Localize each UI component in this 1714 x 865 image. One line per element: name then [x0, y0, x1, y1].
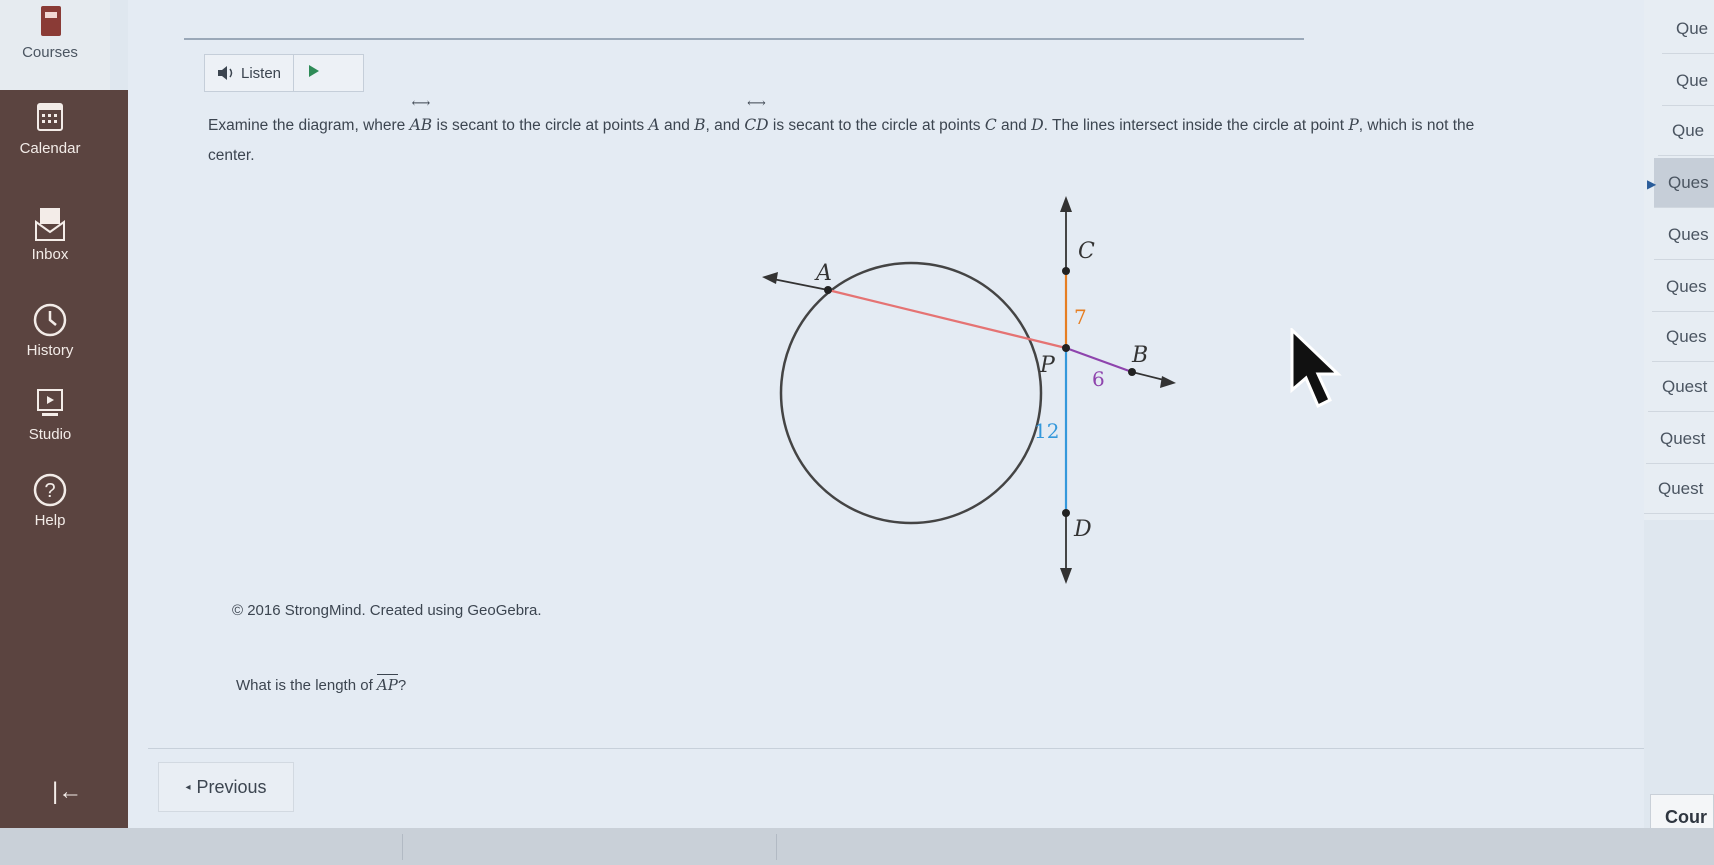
math-var: A: [648, 116, 660, 134]
divider: [148, 748, 1644, 749]
label-b: B: [1131, 343, 1148, 368]
point-d: [1062, 509, 1070, 517]
arrowhead: [1160, 376, 1176, 388]
nav-item-help[interactable]: ? Help: [0, 472, 100, 529]
play-icon: [309, 64, 320, 77]
divider: [776, 834, 777, 860]
nav-label: Calendar: [19, 140, 81, 157]
previous-label: Previous: [196, 776, 267, 797]
nav-label: Courses: [22, 44, 78, 61]
arrowhead: [1060, 196, 1072, 212]
studio-icon: [37, 389, 63, 416]
circle: [779, 261, 1043, 525]
nav-item-history[interactable]: History: [0, 302, 100, 359]
arrowhead: [1060, 568, 1072, 584]
question-list-item[interactable]: Ques: [1654, 158, 1714, 208]
nav-label: Help: [34, 512, 66, 529]
question-list-item[interactable]: Ques: [1654, 210, 1714, 260]
segment-ap: [827, 288, 1067, 350]
length-cp: 7: [1074, 305, 1087, 329]
mouse-pointer-icon: [1290, 328, 1342, 409]
question-prompt: Examine the diagram, where ⟷ AB is secant…: [208, 96, 1508, 171]
global-nav: [0, 90, 128, 828]
nav-item-inbox[interactable]: Inbox: [0, 206, 100, 263]
nav-item-studio[interactable]: Studio: [0, 386, 100, 443]
question-list-item[interactable]: Ques: [1652, 312, 1714, 362]
svg-text:?: ?: [44, 480, 55, 502]
segment-ap-notation: AP: [376, 674, 398, 694]
line-cd-notation: ⟷ CD: [744, 96, 769, 134]
help-icon: ?: [33, 473, 67, 507]
text: ?: [397, 677, 407, 694]
label-p: P: [1039, 353, 1056, 378]
label-d: D: [1073, 517, 1092, 542]
text: Examine the diagram, where: [208, 117, 410, 134]
inbox-icon: [35, 208, 65, 241]
secant-diagram: A B C D P 7 6 12: [762, 196, 1176, 584]
math-var: D: [1031, 116, 1044, 134]
play-button[interactable]: [294, 64, 334, 83]
line-ab-notation: ⟷ AB: [409, 96, 433, 134]
point-c: [1062, 267, 1070, 275]
point-p: [1062, 344, 1070, 352]
main-content: Listen Examine the diagram, where ⟷ AB is…: [128, 0, 1644, 828]
listen-button[interactable]: Listen: [205, 55, 295, 91]
nav-label: History: [26, 342, 74, 359]
label-a: A: [814, 261, 832, 286]
calendar-icon: [37, 103, 63, 131]
speaker-icon: [218, 66, 233, 80]
listen-label: Listen: [241, 64, 282, 82]
math-var: P: [1348, 116, 1359, 134]
divider: [184, 38, 1304, 40]
text: is secant to the circle at points: [768, 117, 985, 134]
math-var: B: [694, 116, 706, 134]
question-list-item[interactable]: Que: [1662, 56, 1714, 106]
arrowhead: [762, 272, 778, 284]
active-indicator-icon: ▶: [1647, 177, 1657, 191]
chevron-left-icon: ◂: [185, 781, 191, 793]
question-list-item[interactable]: Quest: [1644, 464, 1714, 514]
point-b: [1128, 368, 1136, 376]
nav-item-calendar[interactable]: Calendar: [0, 100, 100, 157]
text: What is the length of: [236, 677, 377, 694]
question-list-item[interactable]: Ques: [1652, 262, 1714, 312]
question-list-item[interactable]: Que: [1662, 4, 1714, 54]
courses-icon: [41, 6, 61, 36]
point-a: [824, 286, 832, 294]
question-ask: What is the length of AP?: [236, 674, 407, 694]
length-pd: 12: [1034, 419, 1059, 443]
length-pb: 6: [1092, 367, 1105, 391]
text: , and: [705, 117, 745, 134]
listen-toolbar: Listen: [204, 54, 364, 92]
nav-label: Studio: [28, 426, 72, 443]
divider: [402, 834, 403, 860]
question-list-item[interactable]: Quest: [1646, 414, 1714, 464]
nav-item-courses[interactable]: Courses: [0, 4, 100, 61]
question-list-item[interactable]: Quest: [1648, 362, 1714, 412]
image-credit: © 2016 StrongMind. Created using GeoGebr…: [232, 602, 542, 619]
collapse-nav-button[interactable]: |←: [52, 778, 82, 806]
footer-band: [0, 828, 1714, 865]
previous-button[interactable]: ◂ Previous: [158, 762, 294, 812]
history-icon: [33, 303, 67, 337]
nav-label: Inbox: [31, 246, 69, 263]
text: . The lines intersect inside the circle …: [1043, 117, 1349, 134]
text: and: [659, 117, 695, 134]
text: is secant to the circle at points: [432, 117, 649, 134]
label-c: C: [1078, 239, 1095, 264]
text: and: [996, 117, 1032, 134]
question-list-item[interactable]: Que: [1658, 106, 1714, 156]
math-var: C: [984, 116, 997, 134]
